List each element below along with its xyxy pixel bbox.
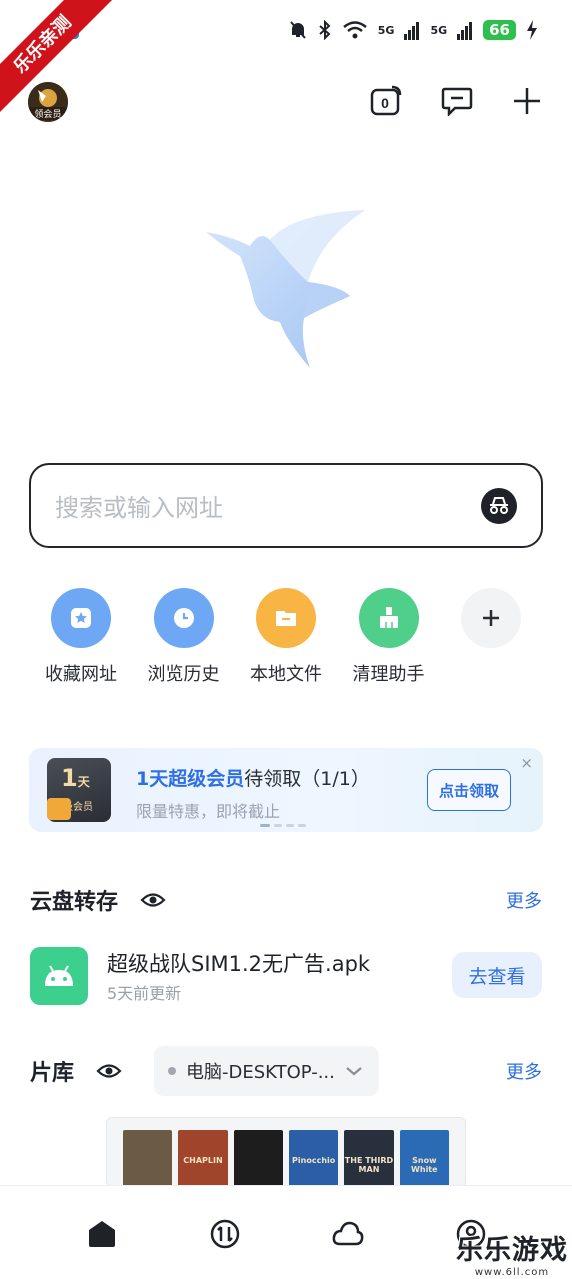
tabs-icon: 0	[370, 85, 402, 116]
incognito-icon	[490, 496, 508, 514]
close-icon[interactable]: ×	[520, 754, 533, 772]
eye-icon[interactable]	[96, 1061, 122, 1081]
signal-icon	[457, 22, 473, 40]
watermark-ribbon-text: 乐乐亲测	[0, 0, 116, 118]
shortcut-local-files[interactable]: 本地文件	[235, 588, 337, 686]
cloud-icon	[332, 1221, 363, 1246]
bookmark-icon	[51, 588, 111, 648]
poster-thumbnail[interactable]: Pinocchio	[288, 1130, 339, 1186]
cloud-more-link[interactable]: 更多	[506, 887, 542, 913]
transfer-icon	[210, 1219, 239, 1249]
promo-card-number-value: 1	[61, 764, 78, 792]
bluetooth-icon	[319, 20, 331, 40]
tab-count: 0	[381, 95, 389, 111]
broom-icon	[358, 588, 419, 648]
nav-transfer[interactable]	[205, 1214, 245, 1254]
library-more-link[interactable]: 更多	[506, 1058, 542, 1084]
plus-icon	[514, 88, 540, 114]
cloud-section-header: 云盘转存 更多	[30, 884, 542, 916]
poster-thumbnail[interactable]	[123, 1130, 173, 1186]
promo-title-highlight: 1天超级会员	[136, 768, 245, 790]
gift-icon	[47, 798, 71, 820]
watermark-url: www.6ll.com	[474, 1267, 550, 1278]
poster-thumbnail[interactable]: THE THIRD MAN	[344, 1130, 394, 1186]
tabs-button[interactable]: 0	[370, 84, 404, 118]
promo-subtitle: 限量特惠，即将截止	[136, 802, 281, 821]
poster-thumbnail[interactable]: CHAPLIN	[178, 1130, 228, 1186]
claim-button[interactable]: 点击领取	[427, 769, 511, 811]
file-time: 5天前更新	[107, 984, 182, 1003]
poster-caption: THE THIRD MAN	[344, 1156, 394, 1174]
shortcut-label: 清理助手	[352, 664, 425, 685]
poster-caption: CHAPLIN	[183, 1156, 223, 1165]
view-button[interactable]: 去查看	[452, 952, 542, 998]
promo-card-unit: 天	[77, 775, 90, 789]
cloud-section-title: 云盘转存	[30, 890, 119, 915]
message-icon	[441, 87, 473, 116]
add-button[interactable]	[510, 84, 544, 118]
bell-off-icon	[289, 21, 306, 39]
charging-icon	[527, 20, 537, 40]
search-input[interactable]: 搜索或输入网址	[55, 488, 481, 523]
file-name: 超级战队SIM1.2无广告.apk	[107, 952, 371, 976]
shortcut-bookmarks[interactable]: 收藏网址	[30, 588, 132, 686]
browser-logo-icon	[206, 210, 365, 368]
incognito-button[interactable]	[481, 487, 517, 524]
shortcut-label: 浏览历史	[147, 664, 220, 685]
poster-thumbnail[interactable]: Snow White	[399, 1130, 449, 1186]
shortcut-add[interactable]	[440, 588, 542, 686]
battery-level: 66	[483, 20, 516, 40]
signal-2-label: 5G	[430, 23, 448, 37]
shortcut-label: 收藏网址	[45, 664, 117, 685]
clock-icon	[153, 588, 214, 648]
watermark-text: 乐乐游戏	[456, 1235, 568, 1266]
wifi-icon	[342, 21, 367, 39]
home-icon	[88, 1221, 115, 1247]
promo-card-number: 1天	[61, 764, 90, 792]
vip-promo-banner[interactable]: 1天 超级会员 1天超级会员待领取（1/1） 限量特惠，即将截止 点击领取 ×	[29, 748, 543, 832]
nav-home[interactable]	[82, 1214, 122, 1254]
cloud-file-item[interactable]: 超级战队SIM1.2无广告.apk 5天前更新 去查看	[30, 947, 542, 1005]
search-box[interactable]: 搜索或输入网址	[29, 463, 543, 548]
promo-title-rest: 待领取（1/1）	[244, 768, 370, 790]
watermark-ribbon: 乐乐亲测	[0, 0, 120, 120]
watermark-logo: 乐乐游戏 www.6ll.com	[456, 1228, 568, 1278]
promo-title: 1天超级会员待领取（1/1）	[136, 764, 370, 791]
signal-icon	[404, 22, 420, 40]
device-selector[interactable]: 电脑-DESKTOP-...	[154, 1046, 379, 1096]
nav-cloud[interactable]	[328, 1214, 368, 1254]
shortcut-label: 本地文件	[250, 664, 322, 685]
shortcut-grid: 收藏网址 浏览历史 本地文件 清理助手	[30, 588, 542, 686]
shortcut-cleaner[interactable]: 清理助手	[338, 588, 440, 686]
shortcut-history[interactable]: 浏览历史	[133, 588, 235, 686]
device-status-dot	[168, 1067, 177, 1075]
library-section-title: 片库	[30, 1061, 75, 1086]
poster-caption: Pinocchio	[292, 1156, 336, 1165]
library-section-header: 片库 电脑-DESKTOP-... 更多	[30, 1046, 542, 1096]
poster-thumbnail[interactable]	[233, 1130, 283, 1186]
folder-icon	[256, 588, 316, 648]
device-name: 电脑-DESKTOP-...	[186, 1062, 335, 1083]
message-button[interactable]	[440, 84, 474, 118]
chevron-down-icon	[346, 1067, 362, 1076]
android-apk-icon	[30, 947, 88, 1005]
poster-strip[interactable]: CHAPLIN Pinocchio THE THIRD MAN Snow Whi…	[106, 1117, 466, 1187]
signal-1-label: 5G	[377, 23, 395, 37]
add-icon	[461, 588, 521, 648]
carousel-indicator	[260, 824, 306, 827]
header-actions: 0	[370, 84, 544, 118]
eye-icon[interactable]	[140, 890, 166, 910]
poster-caption: Snow White	[411, 1156, 438, 1174]
